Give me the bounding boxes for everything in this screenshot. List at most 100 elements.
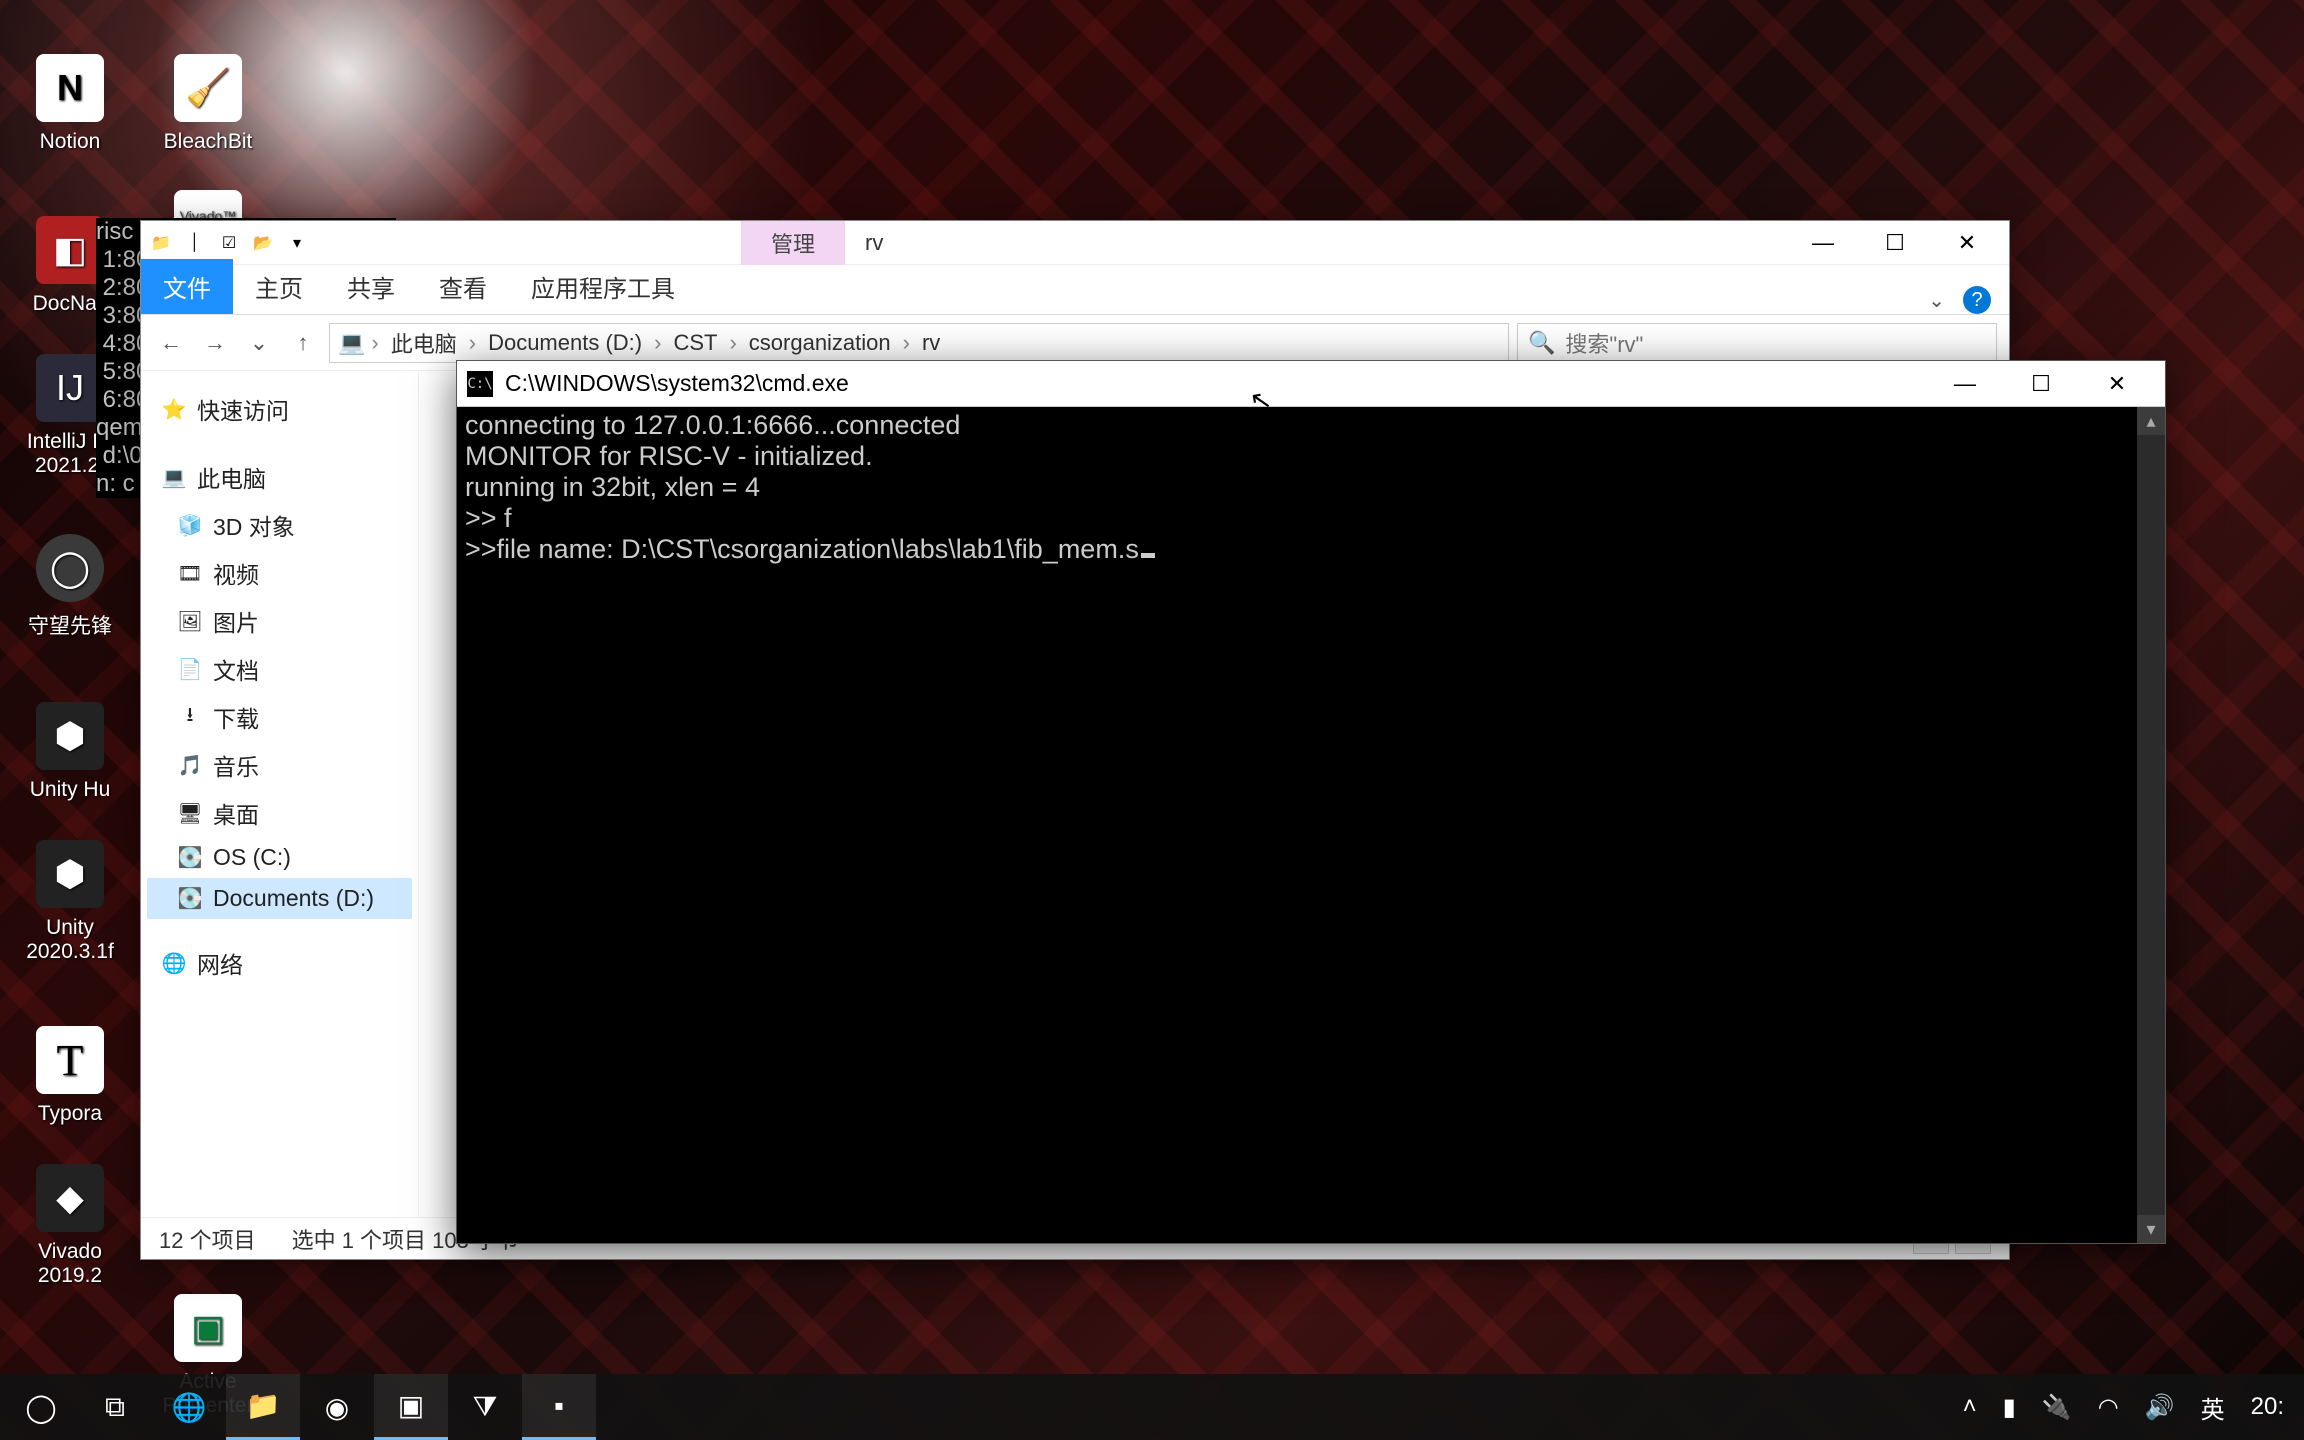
quick-access-toolbar: 📁 │ ☑ 📂 ▾ — [147, 229, 311, 257]
breadcrumb[interactable]: rv — [916, 330, 946, 356]
manage-context-tab[interactable]: 管理 — [741, 221, 845, 265]
desktop-icons-col1: NNotion ◧DocNav IJIntelliJ ID 2021.2. ◯守… — [10, 10, 150, 1306]
nav-history-dropdown[interactable]: ⌄ — [241, 325, 277, 361]
nav-this-pc[interactable]: 💻此电脑 — [147, 453, 412, 501]
cmd-window[interactable]: C:\ C:\WINDOWS\system32\cmd.exe — ☐ ✕ co… — [456, 360, 2166, 1244]
download-icon: ⭳ — [177, 704, 203, 730]
desktop-icon-unity2020[interactable]: ⬢Unity 2020.3.1f — [10, 820, 130, 970]
network-icon: 🌐 — [161, 950, 187, 976]
ribbon-tab-share[interactable]: 共享 — [325, 259, 417, 314]
nav-label: OS (C:) — [213, 844, 291, 871]
chevron-right-icon[interactable]: › — [371, 330, 378, 356]
notion-icon: N — [36, 54, 104, 122]
ribbon-tab-home[interactable]: 主页 — [233, 259, 325, 314]
nav-drive-c[interactable]: 💽OS (C:) — [147, 837, 412, 878]
ribbon-tab-file[interactable]: 文件 — [141, 259, 233, 314]
maximize-button[interactable]: ☐ — [1859, 221, 1931, 265]
tray-overflow-icon[interactable]: ˄ — [1963, 1393, 1977, 1421]
qat-sep: │ — [181, 229, 209, 257]
tray-wifi-icon[interactable]: ◠ — [2098, 1393, 2119, 1422]
nav-downloads[interactable]: ⭳下载 — [147, 693, 412, 741]
breadcrumb[interactable]: Documents (D:) — [482, 330, 648, 356]
desktop-icon-vivado[interactable]: ◆Vivado 2019.2 — [10, 1144, 130, 1294]
tray-power-icon[interactable]: 🔌 — [2042, 1393, 2072, 1422]
desktop-icon-notion[interactable]: N Notion — [10, 10, 130, 160]
search-icon: 🔍 — [1528, 330, 1555, 356]
address-bar[interactable]: 💻 › 此电脑 › Documents (D:) › CST › csorgan… — [329, 323, 1509, 363]
desktop-icon-unityhub[interactable]: ⬢Unity Hu — [10, 658, 130, 808]
chevron-right-icon[interactable]: › — [903, 330, 910, 356]
desktop-icon-bleachbit[interactable]: 🧹BleachBit — [148, 10, 268, 160]
nav-drive-d[interactable]: 💽Documents (D:) — [147, 878, 412, 919]
tray-battery-icon[interactable]: ▮ — [2003, 1393, 2016, 1422]
desktop-icon-overwatch[interactable]: ◯守望先锋 — [10, 496, 130, 646]
icon-label: BleachBit — [164, 130, 253, 154]
tray-ime-indicator[interactable]: 英 — [2201, 1390, 2225, 1425]
nav-documents[interactable]: 📄文档 — [147, 645, 412, 693]
text-cursor — [1141, 553, 1155, 558]
taskbar-cmd[interactable]: ▪ — [522, 1374, 596, 1440]
docnav-icon: ◧ — [36, 216, 104, 284]
chevron-right-icon[interactable]: › — [729, 330, 736, 356]
nav-network[interactable]: 🌐网络 — [147, 939, 412, 987]
cmd-icon: C:\ — [467, 371, 493, 397]
nav-up-button[interactable]: ↑ — [285, 325, 321, 361]
video-icon: 🎞 — [177, 560, 203, 586]
nav-forward-button[interactable]: → — [197, 325, 233, 361]
icon-label: Unity 2020.3.1f — [26, 916, 114, 964]
tray-clock[interactable]: 20: — [2251, 1393, 2284, 1421]
nav-music[interactable]: 🎵音乐 — [147, 741, 412, 789]
chevron-right-icon[interactable]: › — [654, 330, 661, 356]
nav-label: 此电脑 — [197, 460, 266, 494]
breadcrumb[interactable]: 此电脑 — [385, 327, 463, 359]
nav-3d-objects[interactable]: 🧊3D 对象 — [147, 501, 412, 549]
tray-volume-icon[interactable]: 🔊 — [2145, 1393, 2175, 1422]
breadcrumb[interactable]: csorganization — [743, 330, 897, 356]
intellij-icon: IJ — [36, 354, 104, 422]
ribbon-collapse-icon[interactable]: ⌄ — [1928, 288, 1945, 313]
scroll-up-icon[interactable]: ▴ — [2137, 407, 2165, 435]
nav-videos[interactable]: 🎞 视频 — [147, 549, 412, 597]
properties-icon[interactable]: ☑ — [215, 229, 243, 257]
cmd-title-text: C:\WINDOWS\system32\cmd.exe — [505, 370, 849, 397]
unityhub-icon: ⬢ — [36, 702, 104, 770]
taskbar-edge[interactable]: 🌐 — [152, 1374, 226, 1440]
scroll-down-icon[interactable]: ▾ — [2137, 1215, 2165, 1243]
desktop-icon-typora[interactable]: TTypora — [10, 982, 130, 1132]
search-placeholder: 搜索"rv" — [1565, 327, 1643, 359]
ribbon-tab-view[interactable]: 查看 — [417, 259, 509, 314]
close-button[interactable]: ✕ — [2079, 361, 2155, 407]
minimize-button[interactable]: — — [1787, 221, 1859, 265]
taskbar-chrome[interactable]: ◉ — [300, 1374, 374, 1440]
taskbar[interactable]: ◯ ⧉ 🌐 📁 ◉ ▣ ⧩ ▪ ˄ ▮ 🔌 ◠ 🔊 英 20: — [0, 1374, 2304, 1440]
nav-desktop[interactable]: 🖥桌面 — [147, 789, 412, 837]
taskbar-vscode[interactable]: ⧩ — [448, 1374, 522, 1440]
nav-pictures[interactable]: 🖼图片 — [147, 597, 412, 645]
system-tray: ˄ ▮ 🔌 ◠ 🔊 英 20: — [1963, 1390, 2300, 1425]
breadcrumb[interactable]: CST — [667, 330, 723, 356]
icon-label: Vivado 2019.2 — [38, 1240, 102, 1288]
search-box[interactable]: 🔍 搜索"rv" — [1517, 323, 1997, 363]
ribbon-tab-apptools[interactable]: 应用程序工具 — [509, 259, 697, 314]
scrollbar[interactable]: ▴ ▾ — [2137, 407, 2165, 1243]
nav-back-button[interactable]: ← — [153, 325, 189, 361]
start-button[interactable]: ◯ — [4, 1374, 78, 1440]
minimize-button[interactable]: — — [1927, 361, 2003, 407]
star-icon: ⭐ — [161, 396, 187, 422]
taskbar-terminal[interactable]: ▣ — [374, 1374, 448, 1440]
task-view-button[interactable]: ⧉ — [78, 1374, 152, 1440]
maximize-button[interactable]: ☐ — [2003, 361, 2079, 407]
cmd-titlebar[interactable]: C:\ C:\WINDOWS\system32\cmd.exe — ☐ ✕ — [457, 361, 2165, 407]
icon-label: Notion — [40, 130, 101, 154]
activepresenter-icon: ▣ — [174, 1294, 242, 1362]
close-button[interactable]: ✕ — [1931, 221, 2003, 265]
nav-quick-access[interactable]: ⭐快速访问 — [147, 385, 412, 433]
navigation-pane[interactable]: ⭐快速访问 💻此电脑 🧊3D 对象 🎞 视频 🖼图片 📄文档 ⭳下载 🎵音乐 🖥桌… — [141, 371, 419, 1217]
chevron-right-icon[interactable]: › — [469, 330, 476, 356]
help-icon[interactable]: ? — [1963, 286, 1991, 314]
icon-label: Typora — [38, 1102, 102, 1126]
qat-dropdown-icon[interactable]: ▾ — [283, 229, 311, 257]
nav-label: 视频 — [213, 556, 259, 590]
taskbar-explorer[interactable]: 📁 — [226, 1374, 300, 1440]
terminal-area[interactable]: connecting to 127.0.0.1:6666...connected… — [457, 407, 2165, 1243]
